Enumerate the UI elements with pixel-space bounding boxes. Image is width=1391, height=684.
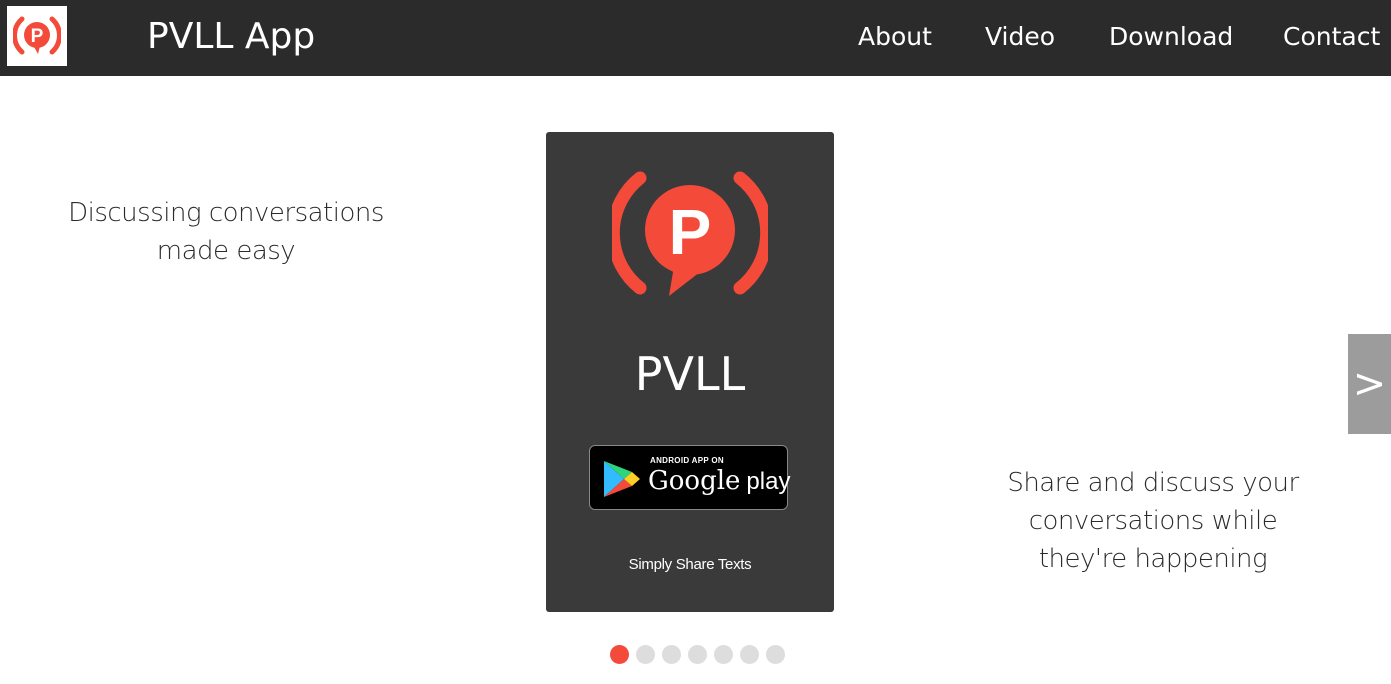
badge-google-text: Google [648, 466, 741, 496]
pagination-dot-4[interactable] [688, 645, 707, 664]
pagination-dot-7[interactable] [766, 645, 785, 664]
badge-small-text: ANDROID APP ON [650, 456, 724, 465]
next-slide-button[interactable]: > [1348, 334, 1391, 434]
badge-play-text: play [746, 468, 791, 495]
pvll-large-logo-icon: P [606, 170, 774, 305]
brand-title[interactable]: PVLL App [147, 14, 315, 60]
svg-text:P: P [669, 196, 712, 268]
tagline-left: Discussing conversations made easy [68, 198, 384, 266]
svg-text:P: P [31, 26, 44, 47]
app-card: P PVLL ANDROID APP ON Google play Simply … [546, 132, 834, 612]
badge-store-name: Google play [648, 466, 790, 497]
nav-video[interactable]: Video [985, 20, 1055, 54]
pagination-dot-2[interactable] [636, 645, 655, 664]
top-navbar: P PVLL App About Video Download Contact [0, 0, 1391, 76]
nav-contact[interactable]: Contact [1283, 20, 1380, 54]
pagination-dot-6[interactable] [740, 645, 759, 664]
google-play-icon [604, 461, 640, 497]
nav-about[interactable]: About [858, 20, 932, 54]
card-subtitle: Simply Share Texts [628, 556, 752, 573]
pagination-dot-3[interactable] [662, 645, 681, 664]
card-title: PVLL [634, 347, 746, 401]
tagline-right: Share and discuss your conversations whi… [1007, 468, 1299, 574]
google-play-badge[interactable]: ANDROID APP ON Google play [589, 445, 790, 510]
pagination-dot-1[interactable] [610, 645, 629, 664]
pagination-dot-5[interactable] [714, 645, 733, 664]
pvll-logo-icon[interactable]: P [7, 6, 67, 66]
nav-download[interactable]: Download [1109, 20, 1233, 54]
